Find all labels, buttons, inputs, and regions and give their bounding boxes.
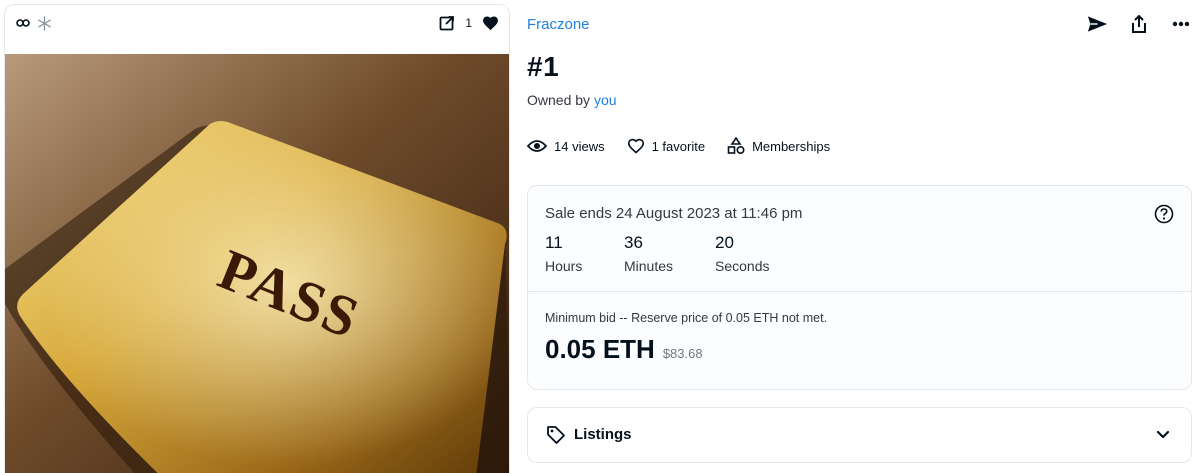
- tag-icon: [547, 426, 565, 444]
- shapes-icon: [727, 137, 745, 155]
- media-card: 1 PASS: [4, 4, 510, 473]
- item-details-panel: Fraczone #1 Owned by you 14 views 1 favo…: [527, 0, 1192, 473]
- current-price: 0.05 ETH: [545, 334, 655, 364]
- share-icon[interactable]: [1128, 13, 1150, 35]
- countdown-minutes: 36 Minutes: [624, 233, 715, 274]
- media-header-right: 1: [439, 15, 499, 31]
- eye-icon: [527, 140, 547, 152]
- minimum-bid-text: Minimum bid -- Reserve price of 0.05 ETH…: [545, 311, 828, 325]
- countdown: 11 Hours 36 Minutes 20 Seconds: [545, 233, 769, 274]
- chevron-down-icon: [1156, 430, 1170, 439]
- more-icon[interactable]: [1170, 13, 1192, 35]
- countdown-value: 36: [624, 233, 643, 252]
- countdown-value: 11: [545, 233, 563, 252]
- media-header-left: [15, 15, 52, 31]
- sale-card: Sale ends 24 August 2023 at 11:46 pm 11 …: [527, 185, 1192, 390]
- price-usd: $83.68: [662, 346, 703, 361]
- countdown-hours: 11 Hours: [545, 233, 624, 274]
- sale-ends-text: Sale ends 24 August 2023 at 11:46 pm: [545, 205, 803, 222]
- listings-accordion[interactable]: Listings: [527, 407, 1192, 463]
- views-stat: 14 views: [527, 139, 605, 154]
- favorites-count: 1 favorite: [651, 138, 706, 154]
- collection-link[interactable]: Fraczone: [527, 16, 590, 33]
- owner-line: Owned by you: [527, 92, 617, 108]
- price-row: 0.05 ETH $83.68: [545, 334, 703, 365]
- owned-by-label: Owned by: [527, 92, 591, 108]
- item-stats: 14 views 1 favorite Memberships: [527, 137, 830, 155]
- price-section: Minimum bid -- Reserve price of 0.05 ETH…: [528, 292, 1191, 390]
- heart-outline-icon: [627, 138, 644, 154]
- owner-link[interactable]: you: [594, 92, 617, 108]
- send-icon[interactable]: [1086, 13, 1108, 35]
- memberships-label: Memberships: [752, 138, 831, 154]
- help-icon[interactable]: [1154, 204, 1174, 224]
- countdown-seconds: 20 Seconds: [715, 233, 769, 274]
- heart-filled-icon[interactable]: [482, 15, 499, 31]
- countdown-label: Seconds: [715, 258, 770, 274]
- item-title: #1: [527, 51, 560, 82]
- listings-label: Listings: [574, 426, 632, 443]
- sale-timer-section: Sale ends 24 August 2023 at 11:46 pm 11 …: [528, 186, 1191, 292]
- countdown-label: Minutes: [624, 258, 674, 274]
- favorite-count: 1: [465, 16, 472, 30]
- open-external-icon[interactable]: [439, 15, 455, 31]
- countdown-label: Hours: [545, 258, 583, 274]
- link-icon[interactable]: [15, 15, 31, 31]
- snowflake-icon: [37, 15, 52, 31]
- media-header: 1: [5, 5, 509, 54]
- memberships-stat[interactable]: Memberships: [727, 137, 830, 155]
- item-actions: [1086, 13, 1192, 35]
- nft-image[interactable]: PASS: [5, 54, 509, 473]
- views-count: 14 views: [554, 138, 605, 154]
- favorites-stat[interactable]: 1 favorite: [627, 138, 705, 154]
- countdown-value: 20: [715, 233, 734, 252]
